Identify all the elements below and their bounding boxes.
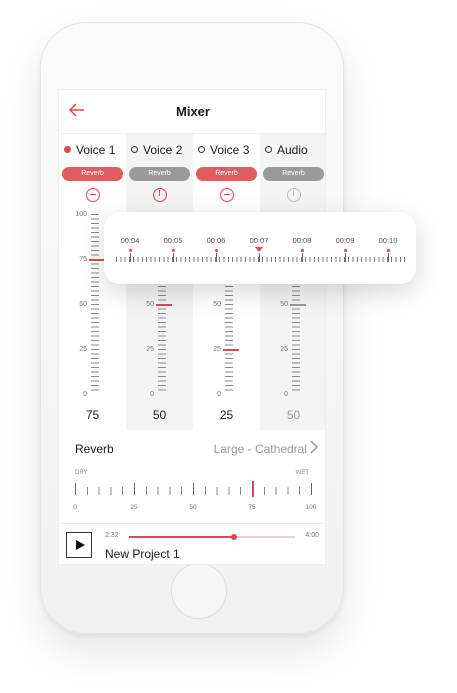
active-dot-icon [64,146,71,153]
home-button[interactable] [171,563,227,619]
fader-handle[interactable] [156,304,172,306]
mixer-screen: Mixer Voice 1 Reverb 100 75 50 25 0 75 V… [58,89,326,565]
inactive-dot-icon [265,146,272,153]
wet-label: WET [295,470,309,476]
chevron-right-icon[interactable] [309,440,319,457]
channel-header[interactable]: Voice 3 [193,143,260,157]
slider-major-tick [311,483,312,495]
timeline-major-tick [388,253,389,262]
marker-dot-icon [344,249,347,252]
inactive-dot-icon [131,146,138,153]
timeline-major-tick [302,253,303,262]
timeline-label: 00:04 [120,236,140,245]
timeline-label: 00:09 [335,236,355,245]
channel-header[interactable]: Audio [260,143,325,157]
slider-major-tick [75,483,76,495]
scale-label: 50 [213,301,221,308]
fader-ticks [91,214,99,394]
timeline-major-tick [130,253,131,262]
scale-label: 25 [146,346,154,353]
timeline-major-tick [216,253,217,262]
total-time: 4:00 [305,532,319,539]
scale-label: 25 [213,346,221,353]
scale-label: 25 [280,346,288,353]
reverb-label: Reverb [75,442,114,456]
timeline-label: 00:07 [249,236,269,245]
knob-icon[interactable] [287,188,301,202]
page-title: Mixer [176,104,210,119]
progress-handle[interactable] [230,534,237,540]
timeline-popup[interactable]: 00:04 00:05 00:06 00:07 00:08 00:09 00:1… [104,212,416,284]
scale-label: 25 [79,346,87,353]
timeline-major-tick [173,253,174,262]
channel-name: Audio [277,143,308,157]
timeline-label: 00:08 [292,236,312,245]
reverb-slider-handle[interactable] [252,481,254,497]
marker-dot-icon [172,249,175,252]
marker-dot-icon [301,249,304,252]
progress-fill [129,536,234,538]
channel-name: Voice 2 [143,143,183,157]
reverb-scale-label: 75 [248,504,256,511]
marker-dot-icon [387,249,390,252]
reverb-toggle-button[interactable]: Reverb [62,167,123,181]
knob-icon[interactable] [153,188,167,202]
timeline-label: 00:10 [378,236,398,245]
fader-handle[interactable] [223,349,239,351]
reverb-scale-label: 50 [189,504,197,511]
channel-header[interactable]: Voice 2 [126,143,193,157]
reverb-preset-select[interactable]: Large - Cathedral [214,442,307,456]
timeline-major-tick [345,253,346,262]
channel-header[interactable]: Voice 1 [59,143,126,157]
scale-label: 100 [75,211,87,218]
timeline-ticks [116,253,406,262]
reverb-toggle-button[interactable]: Reverb [196,167,257,181]
playhead-icon[interactable] [255,247,263,252]
timeline-major-tick [259,253,260,262]
knob-icon[interactable] [220,188,234,202]
marker-dot-icon [129,249,132,252]
reverb-scale-label: 25 [130,504,138,511]
scale-label: 75 [79,256,87,263]
channel-value: 50 [286,408,301,422]
dry-label: DRY [75,470,88,476]
progress-track[interactable] [129,534,295,540]
scale-label: 50 [146,301,154,308]
reverb-toggle-button[interactable]: Reverb [129,167,190,181]
reverb-scale-label: 100 [305,504,317,511]
scale-label: 0 [284,391,288,398]
channel-name: Voice 1 [76,143,116,157]
channel-value: 25 [219,408,234,422]
player-bar: 2:32 4:00 New Project 1 [59,523,325,564]
scale-label: 0 [217,391,221,398]
project-name: New Project 1 [105,547,180,561]
scale-label: 50 [280,301,288,308]
knob-icon[interactable] [86,188,100,202]
timeline-label: 00:05 [163,236,183,245]
slider-major-tick [134,483,135,495]
channel-name: Voice 3 [210,143,250,157]
play-button[interactable] [66,532,92,558]
marker-dot-icon [215,249,218,252]
elapsed-time: 2:32 [105,532,119,539]
scale-label: 50 [79,301,87,308]
channel-value: 50 [152,408,167,422]
timeline-label: 00:06 [206,236,226,245]
inactive-dot-icon [198,146,205,153]
scale-label: 0 [83,391,87,398]
slider-major-tick [193,483,194,495]
fader-handle[interactable] [89,259,105,261]
scale-label: 0 [150,391,154,398]
fader-handle[interactable] [290,304,306,306]
reverb-scale-label: 0 [73,504,77,511]
reverb-toggle-button[interactable]: Reverb [263,167,324,181]
channel-value: 75 [85,408,100,422]
header: Mixer [59,90,325,134]
